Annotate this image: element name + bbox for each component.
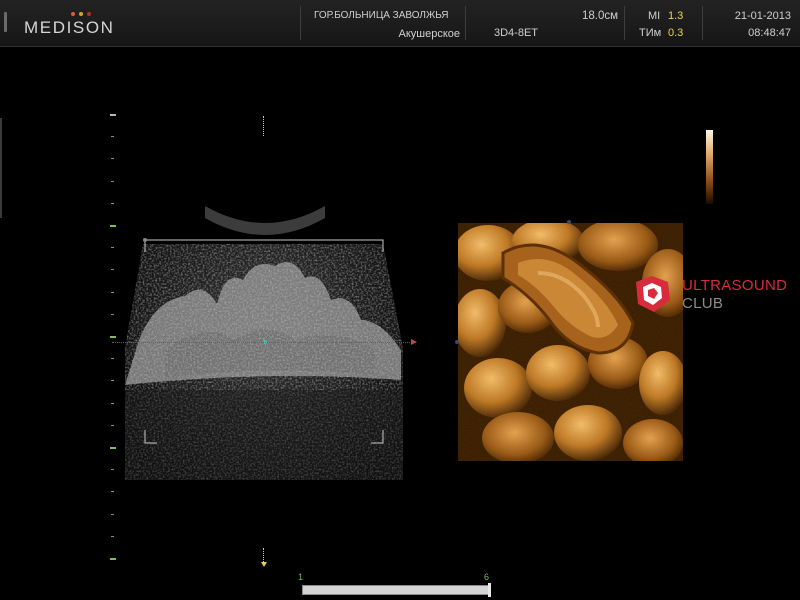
render-handle-top	[567, 220, 571, 224]
render-handle-left	[455, 340, 459, 344]
depth-tick-minor	[111, 158, 114, 159]
logo-dot	[71, 12, 75, 16]
mi-value: 1.3	[668, 10, 684, 22]
header-bar: MEDISON ГОР.БОЛЬНИЦА ЗАВОЛЖЬЯ Акушерское…	[0, 0, 800, 47]
hospital-name: ГОР.БОЛЬНИЦА ЗАВОЛЖЬЯ	[314, 10, 449, 21]
brand-name: MEDISON	[24, 18, 115, 37]
watermark-line1: ULTRASOUND	[682, 277, 788, 294]
header-edge-marker	[4, 12, 7, 32]
depth-tick-major	[110, 336, 116, 338]
reference-line	[112, 342, 414, 343]
depth-tick-major	[110, 114, 116, 116]
reference-arrow-icon	[411, 339, 417, 345]
logo-dot	[87, 12, 91, 16]
ultrasound-club-logo-icon	[636, 276, 670, 312]
depth-tick-minor	[111, 491, 114, 492]
depth-tick-minor	[111, 380, 114, 381]
exam-time: 08:48:47	[748, 27, 791, 39]
logo-dot	[79, 12, 83, 16]
depth-tick-minor	[111, 536, 114, 537]
bmode-image	[125, 206, 403, 480]
depth-tick-minor	[111, 292, 114, 293]
tim-label: ТИм	[639, 27, 662, 39]
depth-value: 18.0см	[581, 10, 618, 22]
mi-label: MI	[648, 10, 661, 22]
depth-tick-minor	[111, 136, 114, 137]
watermark-line2: CLUB	[682, 295, 724, 312]
depth-tick-major	[110, 558, 116, 560]
exam-date: 21-01-2013	[734, 10, 791, 22]
depth-tick-minor	[111, 247, 114, 248]
header-divider	[300, 6, 301, 40]
header-divider	[702, 6, 703, 40]
tim-value: 0.3	[668, 27, 684, 39]
depth-tick-minor	[111, 514, 114, 515]
depth-tick-minor	[111, 403, 114, 404]
depth-tick-major	[110, 225, 116, 227]
colormap-bar	[706, 130, 713, 204]
logo-dots	[71, 12, 91, 16]
header-divider	[624, 6, 625, 40]
probe-arc	[205, 206, 325, 235]
roi-handle	[143, 238, 147, 242]
center-line-bottom	[263, 548, 264, 562]
center-line-top	[263, 116, 264, 136]
ultrasound-club-watermark: ULTRASOUND CLUB	[630, 272, 800, 318]
probe-name: 3D4-8ET	[494, 27, 539, 39]
render-3d-image	[458, 223, 683, 461]
depth-tick-minor	[111, 358, 114, 359]
slider-max-label: 6	[484, 572, 490, 582]
cine-slider-thumb[interactable]	[488, 583, 491, 597]
focus-marker-icon	[261, 562, 267, 567]
depth-scale	[110, 114, 118, 564]
depth-tick-minor	[111, 314, 114, 315]
depth-tick-minor	[111, 425, 114, 426]
exam-preset: Акушерское	[398, 28, 460, 40]
slider-min-label: 1	[298, 572, 304, 582]
cine-slider[interactable]	[302, 583, 491, 597]
depth-tick-minor	[111, 469, 114, 470]
depth-tick-minor	[111, 269, 114, 270]
header-divider	[465, 6, 466, 40]
depth-tick-minor	[111, 203, 114, 204]
medison-logo: MEDISON	[24, 10, 114, 40]
depth-tick-major	[110, 447, 116, 449]
left-edge-bar	[0, 118, 2, 218]
depth-tick-minor	[111, 181, 114, 182]
